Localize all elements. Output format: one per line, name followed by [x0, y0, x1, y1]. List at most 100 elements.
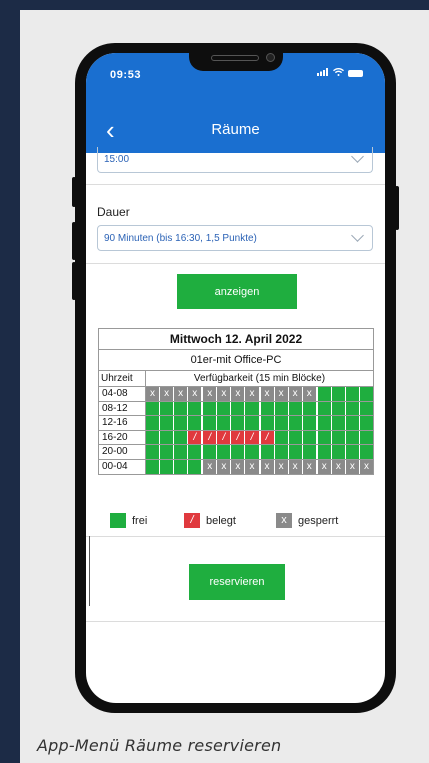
slot-free: [345, 430, 360, 444]
schedule-row: 08-12: [99, 401, 373, 416]
slot-free: [317, 401, 332, 415]
schedule-room: 01er-mit Office-PC: [99, 350, 373, 371]
row-time-label: 16-20: [99, 430, 146, 444]
legend-booked: / belegt: [184, 513, 276, 528]
slot-free: [174, 430, 189, 444]
time-select[interactable]: 15:00: [97, 147, 373, 173]
divider: [86, 536, 385, 537]
slot-free: [331, 416, 346, 430]
slot-free: [146, 459, 161, 474]
slot-locked: x: [359, 459, 373, 474]
slot-locked: x: [345, 459, 360, 474]
slot-group: / / / / / /: [146, 430, 373, 444]
slot-free: [217, 416, 232, 430]
slot-locked: x: [203, 387, 218, 401]
slot-free: [317, 416, 332, 430]
slot-booked: /: [231, 430, 246, 444]
slot-booked: /: [245, 430, 261, 444]
slot-locked: x: [174, 387, 189, 401]
slot-free: [231, 445, 246, 459]
slot-free: [288, 416, 303, 430]
row-time-label: 00-04: [99, 459, 146, 474]
slot-free: [188, 401, 204, 415]
col-availability-header: Verfügbarkeit (15 min Blöcke): [193, 373, 326, 384]
divider: [86, 621, 385, 622]
legend-locked: x gesperrt: [276, 513, 338, 528]
slot-free: [188, 416, 204, 430]
slot-free: [359, 445, 373, 459]
slot-free: [331, 401, 346, 415]
schedule-row: 16-20// / / / /: [99, 430, 373, 445]
slot-locked: x: [260, 387, 275, 401]
schedule-row: 20-00: [99, 445, 373, 460]
slot-free: [245, 401, 261, 415]
slot-free: [160, 445, 175, 459]
slot-free: [260, 445, 275, 459]
row-time-label: 20-00: [99, 445, 146, 459]
free-swatch: [110, 513, 126, 528]
slot-locked: x: [160, 387, 175, 401]
slot-free: [188, 445, 204, 459]
slot-free: [359, 416, 373, 430]
slot-free: [260, 416, 275, 430]
status-time: 09:53: [110, 69, 142, 81]
booked-swatch: /: [184, 513, 200, 528]
slot-locked: x: [288, 459, 303, 474]
slot-free: [174, 445, 189, 459]
slot-group: xxxxxxxxxxxx: [146, 459, 373, 474]
slot-free: [302, 445, 318, 459]
slot-locked: x: [274, 459, 289, 474]
status-icons: [317, 68, 363, 79]
speaker-icon: [211, 55, 259, 61]
slot-free: [302, 430, 318, 444]
slot-locked: x: [274, 387, 289, 401]
slot-free: [203, 445, 218, 459]
col-time-header: Uhrzeit: [99, 371, 146, 386]
show-button[interactable]: anzeigen: [177, 274, 297, 309]
figure-caption: App-Menü Räume reservieren: [37, 736, 282, 755]
slot-group: xxxxxxxxxxxx: [146, 387, 373, 401]
wifi-icon: [333, 68, 344, 79]
legend: frei / belegt x gesperrt: [110, 513, 370, 528]
slot-free: [174, 459, 189, 474]
slot-free: [160, 401, 175, 415]
slot-locked: x: [217, 387, 232, 401]
content-left-border: [89, 536, 90, 606]
power-button: [395, 186, 399, 230]
legend-locked-label: gesperrt: [298, 514, 339, 527]
slot-free: [274, 445, 289, 459]
duration-select[interactable]: 90 Minuten (bis 16:30, 1,5 Punkte): [97, 225, 373, 251]
legend-booked-label: belegt: [206, 514, 236, 527]
schedule-rows: 04-08 x x x x x x x x x x x x 08-12 12-16 16-20// / / //20…: [99, 387, 373, 474]
chevron-down-icon: [351, 150, 364, 163]
slot-free: [331, 445, 346, 459]
slot-free: [146, 401, 161, 415]
duration-label: Dauer: [97, 205, 130, 219]
slot-free: [174, 401, 189, 415]
schedule-date: Mittwoch 12. April 2022: [99, 329, 373, 350]
slot-locked: x: [331, 459, 346, 474]
slot-locked: x: [217, 459, 232, 474]
schedule-row: 12-16: [99, 416, 373, 431]
slot-locked: x: [317, 459, 332, 474]
availability-table: Mittwoch 12. April 2022 01er-mit Office-…: [98, 328, 374, 475]
row-time-label: 12-16: [99, 416, 146, 430]
slot-free: [274, 416, 289, 430]
slot-free: [302, 416, 318, 430]
battery-icon: [348, 70, 363, 77]
schedule-header: Uhrzeit Verfügbarkeit (15 min Blöcke): [99, 371, 373, 387]
slot-group: [146, 445, 373, 459]
time-select-value: 15:00: [104, 154, 130, 165]
volume-up-button: [72, 222, 76, 260]
slot-free: [359, 387, 373, 401]
page-title: Räume: [211, 121, 260, 138]
slot-locked: x: [260, 459, 275, 474]
slot-free: [231, 401, 246, 415]
slot-free: [260, 401, 275, 415]
slot-group: [146, 401, 373, 415]
slot-free: [345, 401, 360, 415]
reserve-button[interactable]: reservieren: [189, 564, 285, 600]
divider: [86, 263, 385, 264]
slot-free: [317, 387, 332, 401]
slot-free: [188, 459, 204, 474]
